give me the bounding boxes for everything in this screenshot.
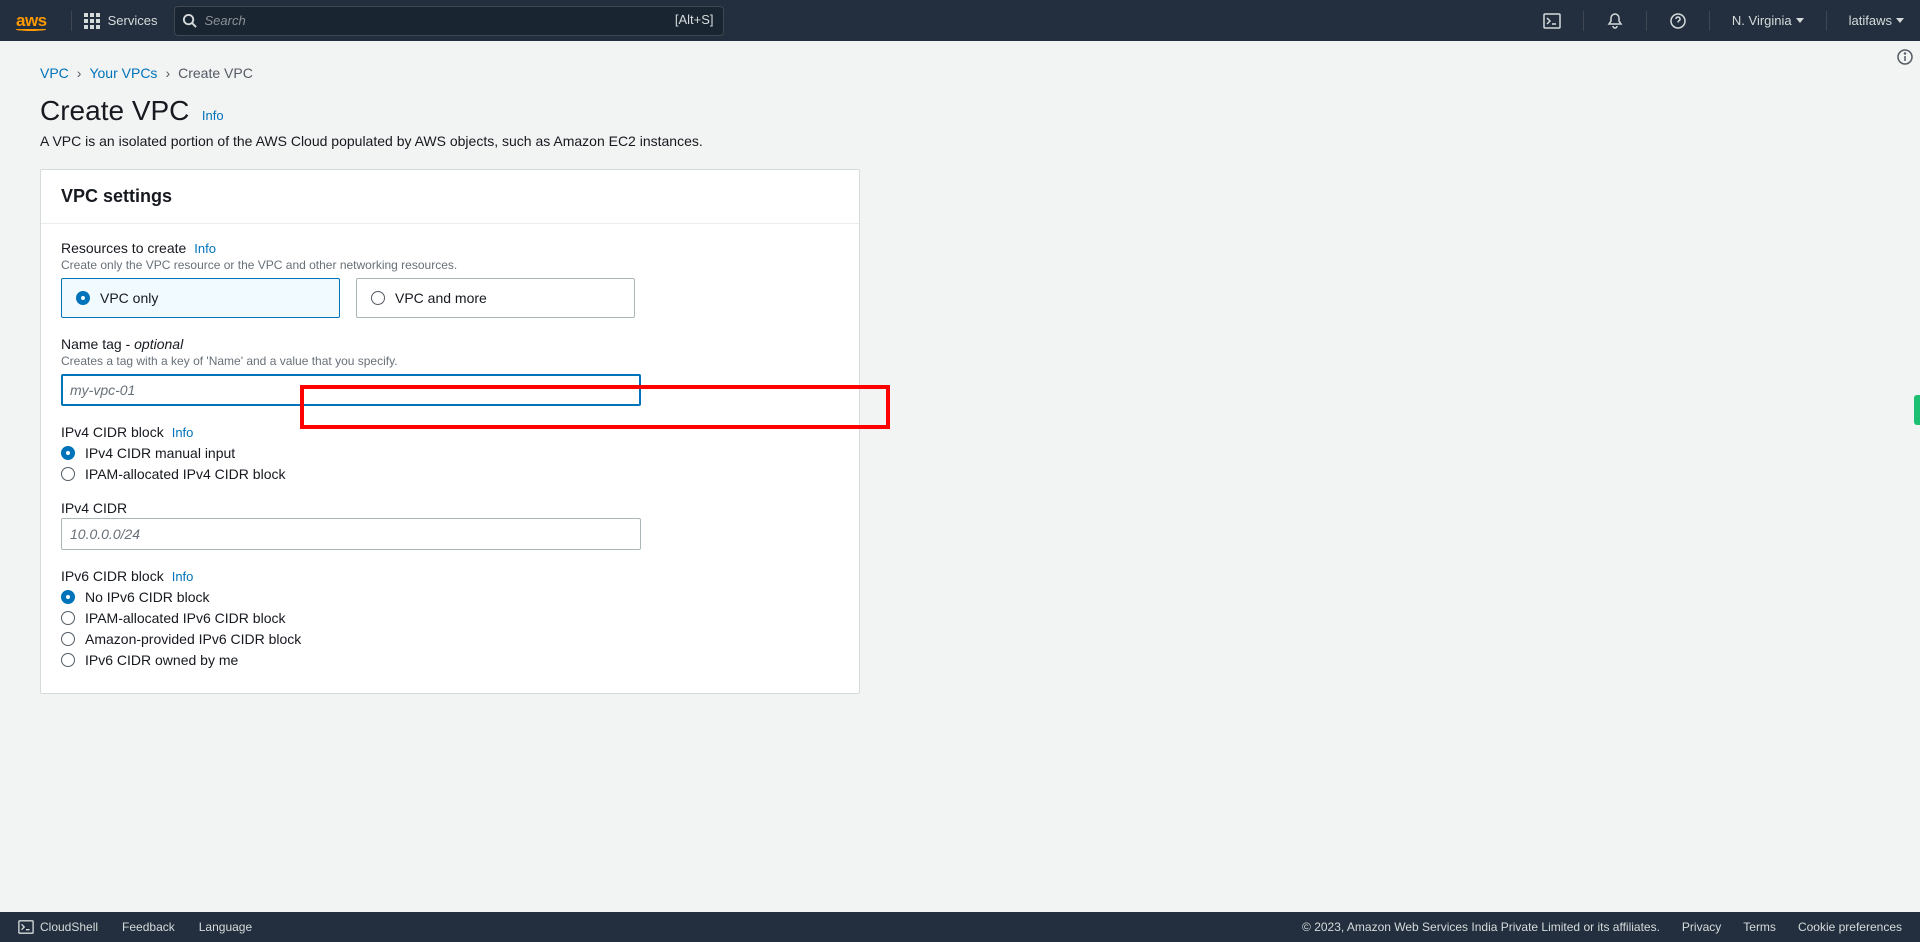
- name-label: Name tag - optional: [61, 336, 183, 352]
- radio-label: IPv6 CIDR owned by me: [85, 652, 238, 668]
- cloudshell-icon[interactable]: [1543, 12, 1561, 30]
- language-link[interactable]: Language: [199, 920, 252, 934]
- page-title: Create VPC: [40, 95, 189, 127]
- radio-label: Amazon-provided IPv6 CIDR block: [85, 631, 301, 647]
- radio-icon: [61, 632, 75, 646]
- field-ipv4-block: IPv4 CIDR block Info IPv4 CIDR manual in…: [61, 424, 839, 482]
- page-subtitle: A VPC is an isolated portion of the AWS …: [40, 133, 1880, 149]
- ipv6block-info-link[interactable]: Info: [172, 569, 194, 584]
- help-icon[interactable]: [1669, 12, 1687, 30]
- tile-vpc-only[interactable]: VPC only: [61, 278, 340, 318]
- search-input[interactable]: [174, 6, 724, 36]
- field-ipv6-block: IPv6 CIDR block Info No IPv6 CIDR block …: [61, 568, 839, 668]
- page-info-link[interactable]: Info: [202, 108, 224, 123]
- breadcrumb-current: Create VPC: [178, 65, 253, 81]
- user-menu[interactable]: latifaws: [1849, 13, 1904, 28]
- field-name-tag: Name tag - optional Creates a tag with a…: [61, 336, 839, 406]
- search-shortcut: [Alt+S]: [675, 12, 714, 27]
- radio-icon: [61, 611, 75, 625]
- feedback-tab[interactable]: [1914, 395, 1920, 425]
- resources-info-link[interactable]: Info: [194, 241, 216, 256]
- cloudshell-button[interactable]: CloudShell: [18, 919, 98, 935]
- radio-icon: [61, 446, 75, 460]
- info-rail: [1890, 48, 1920, 66]
- user-label: latifaws: [1849, 13, 1892, 28]
- radio-icon: [76, 291, 90, 305]
- radio-icon: [371, 291, 385, 305]
- radio-icon: [61, 467, 75, 481]
- ipv6block-label: IPv6 CIDR block: [61, 568, 164, 584]
- region-label: N. Virginia: [1732, 13, 1792, 28]
- radio-ipv6-ipam[interactable]: IPAM-allocated IPv6 CIDR block: [61, 610, 839, 626]
- radio-label: IPAM-allocated IPv4 CIDR block: [85, 466, 285, 482]
- chevron-right-icon: ›: [165, 65, 170, 81]
- radio-label: IPAM-allocated IPv6 CIDR block: [85, 610, 285, 626]
- name-hint: Creates a tag with a key of 'Name' and a…: [61, 354, 839, 368]
- terms-link[interactable]: Terms: [1743, 920, 1776, 934]
- vpc-settings-panel: VPC settings Resources to create Info Cr…: [40, 169, 860, 694]
- radio-label: IPv4 CIDR manual input: [85, 445, 235, 461]
- cloudshell-label: CloudShell: [40, 920, 98, 934]
- ipv4-cidr-input[interactable]: [61, 518, 641, 550]
- search-wrap: [Alt+S]: [174, 6, 724, 36]
- tile-label: VPC and more: [395, 290, 487, 306]
- breadcrumb-vpc[interactable]: VPC: [40, 65, 69, 81]
- privacy-link[interactable]: Privacy: [1682, 920, 1721, 934]
- copyright-text: © 2023, Amazon Web Services India Privat…: [1302, 920, 1660, 934]
- field-resources: Resources to create Info Create only the…: [61, 240, 839, 318]
- bell-icon[interactable]: [1606, 12, 1624, 30]
- radio-icon: [61, 590, 75, 604]
- services-icon: [84, 13, 100, 29]
- feedback-link[interactable]: Feedback: [122, 920, 175, 934]
- tile-label: VPC only: [100, 290, 158, 306]
- ipv4cidr-label: IPv4 CIDR: [61, 500, 127, 516]
- tile-vpc-and-more[interactable]: VPC and more: [356, 278, 635, 318]
- radio-label: No IPv6 CIDR block: [85, 589, 209, 605]
- resources-label: Resources to create: [61, 240, 186, 256]
- main-content: VPC › Your VPCs › Create VPC Create VPC …: [0, 41, 1920, 912]
- top-nav: aws Services [Alt+S] N. Virginia latifaw…: [0, 0, 1920, 41]
- services-label: Services: [108, 13, 158, 28]
- aws-logo-text: aws: [16, 11, 47, 30]
- radio-ipv6-none[interactable]: No IPv6 CIDR block: [61, 589, 839, 605]
- ipv4block-label: IPv4 CIDR block: [61, 424, 164, 440]
- chevron-down-icon: [1796, 18, 1804, 23]
- resources-hint: Create only the VPC resource or the VPC …: [61, 258, 839, 272]
- region-selector[interactable]: N. Virginia: [1732, 13, 1804, 28]
- ipv4block-info-link[interactable]: Info: [172, 425, 194, 440]
- footer: CloudShell Feedback Language © 2023, Ama…: [0, 912, 1920, 942]
- radio-ipv4-manual[interactable]: IPv4 CIDR manual input: [61, 445, 839, 461]
- breadcrumb-your-vpcs[interactable]: Your VPCs: [89, 65, 157, 81]
- breadcrumb: VPC › Your VPCs › Create VPC: [40, 65, 1880, 81]
- radio-icon: [61, 653, 75, 667]
- radio-ipv6-amazon[interactable]: Amazon-provided IPv6 CIDR block: [61, 631, 839, 647]
- chevron-right-icon: ›: [77, 65, 82, 81]
- services-button[interactable]: Services: [84, 13, 158, 29]
- radio-ipv6-owned[interactable]: IPv6 CIDR owned by me: [61, 652, 839, 668]
- chevron-down-icon: [1896, 18, 1904, 23]
- panel-header: VPC settings: [41, 170, 859, 223]
- radio-ipv4-ipam[interactable]: IPAM-allocated IPv4 CIDR block: [61, 466, 839, 482]
- cookie-link[interactable]: Cookie preferences: [1798, 920, 1902, 934]
- name-tag-input[interactable]: [61, 374, 641, 406]
- info-panel-toggle-icon[interactable]: [1896, 48, 1914, 66]
- field-ipv4-cidr: IPv4 CIDR: [61, 500, 839, 550]
- search-icon: [182, 13, 197, 28]
- aws-logo[interactable]: aws: [16, 11, 47, 31]
